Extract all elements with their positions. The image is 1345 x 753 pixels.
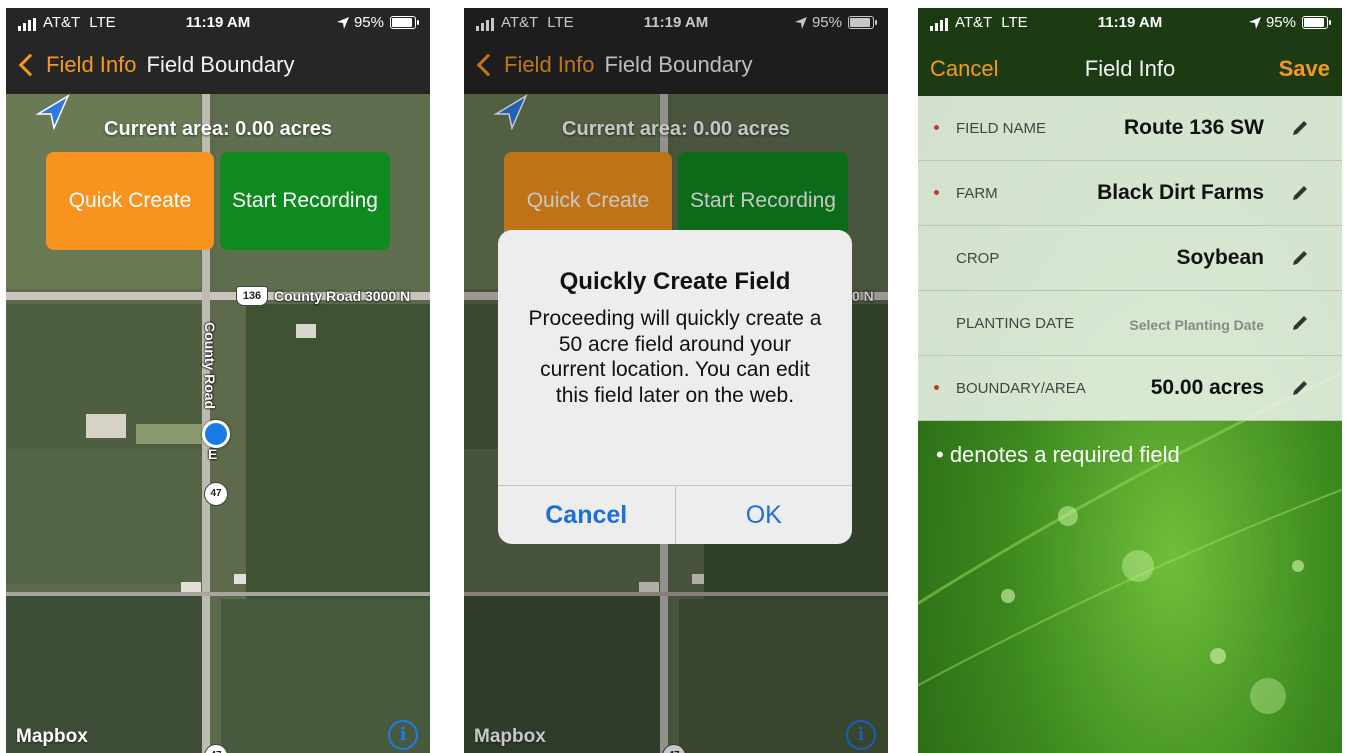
field-label: PLANTING DATE (956, 315, 1075, 332)
route-47-marker: 47 (204, 482, 228, 506)
pencil-icon[interactable] (1290, 313, 1310, 333)
field-row-field-name[interactable]: FIELD NAME Route 136 SW (918, 96, 1342, 161)
pencil-icon[interactable] (1290, 248, 1310, 268)
start-recording-button[interactable]: Start Recording (220, 152, 390, 250)
battery-icon (1302, 16, 1331, 29)
required-dot (934, 385, 939, 390)
save-button[interactable]: Save (1279, 56, 1330, 82)
mapbox-logo: Mapbox (16, 726, 88, 747)
quick-create-alert: Quickly Create Field Proceeding will qui… (498, 230, 852, 544)
battery-percent: 95% (353, 14, 384, 31)
required-field-note: • denotes a required field (936, 442, 1180, 467)
navigation-arrow-icon[interactable] (34, 94, 70, 130)
nav-title: Field Boundary (146, 52, 295, 77)
pencil-icon[interactable] (1290, 378, 1310, 398)
battery-icon (390, 16, 419, 29)
location-arrow-icon (336, 16, 349, 29)
status-bar: AT&T LTE 11:19 AM 95% (6, 8, 430, 38)
route-136-shield: 136 (236, 286, 268, 306)
alert-ok-button[interactable]: OK (676, 486, 853, 544)
chevron-left-icon (18, 53, 42, 77)
field-label: FIELD NAME (956, 120, 1047, 137)
current-location-dot (202, 420, 230, 448)
field-value: 50.00 acres (1150, 376, 1264, 399)
field-value: Route 136 SW (1123, 116, 1264, 139)
road-label-horizontal: County Road 3000 N (274, 288, 411, 304)
quick-create-button[interactable]: Quick Create (46, 152, 214, 250)
field-value: Soybean (1176, 246, 1264, 269)
road-label-vertical: County Road (202, 322, 218, 410)
screen-field-boundary: AT&T LTE 11:19 AM 95% Field Info Field B… (6, 8, 430, 753)
screen-field-info-form: AT&T LTE 11:19 AM 95% Cancel Field Info … (918, 8, 1342, 753)
field-row-crop[interactable]: CROP Soybean (918, 226, 1342, 291)
alert-cancel-button[interactable]: Cancel (498, 486, 676, 544)
field-value-placeholder: Select Planting Date (1129, 317, 1264, 333)
field-label: BOUNDARY/AREA (956, 380, 1086, 397)
field-row-farm[interactable]: FARM Black Dirt Farms (918, 161, 1342, 226)
road-label-vertical-suffix: E (208, 446, 218, 462)
field-label: FARM (956, 185, 998, 202)
back-button[interactable]: Field Info Field Boundary (16, 52, 294, 78)
nav-bar: Cancel Field Info Save (918, 38, 1342, 96)
required-dot (934, 190, 939, 195)
field-row-boundary-area[interactable]: BOUNDARY/AREA 50.00 acres (918, 356, 1342, 421)
required-dot (934, 125, 939, 130)
alert-title: Quickly Create Field (559, 268, 791, 295)
field-row-planting-date[interactable]: PLANTING DATE Select Planting Date (918, 291, 1342, 356)
alert-message: Proceeding will quickly create a 50 acre… (528, 307, 822, 407)
satellite-map[interactable]: Current area: 0.00 acres Quick Create St… (6, 94, 430, 753)
pencil-icon[interactable] (1290, 183, 1310, 203)
info-icon[interactable]: i (388, 720, 418, 750)
screen-quick-create-alert: AT&T LTE 11:19 AM 95% Field Info Field B… (464, 8, 888, 753)
status-bar: AT&T LTE 11:19 AM 95% (918, 8, 1342, 38)
battery-percent: 95% (1265, 14, 1296, 31)
field-info-list: FIELD NAME Route 136 SW FARM Black Dirt … (918, 96, 1342, 421)
nav-bar: Field Info Field Boundary (6, 38, 430, 94)
field-label: CROP (956, 250, 1000, 267)
field-value: Black Dirt Farms (1097, 181, 1264, 204)
location-arrow-icon (1248, 16, 1261, 29)
back-label: Field Info (46, 52, 137, 77)
pencil-icon[interactable] (1290, 118, 1310, 138)
